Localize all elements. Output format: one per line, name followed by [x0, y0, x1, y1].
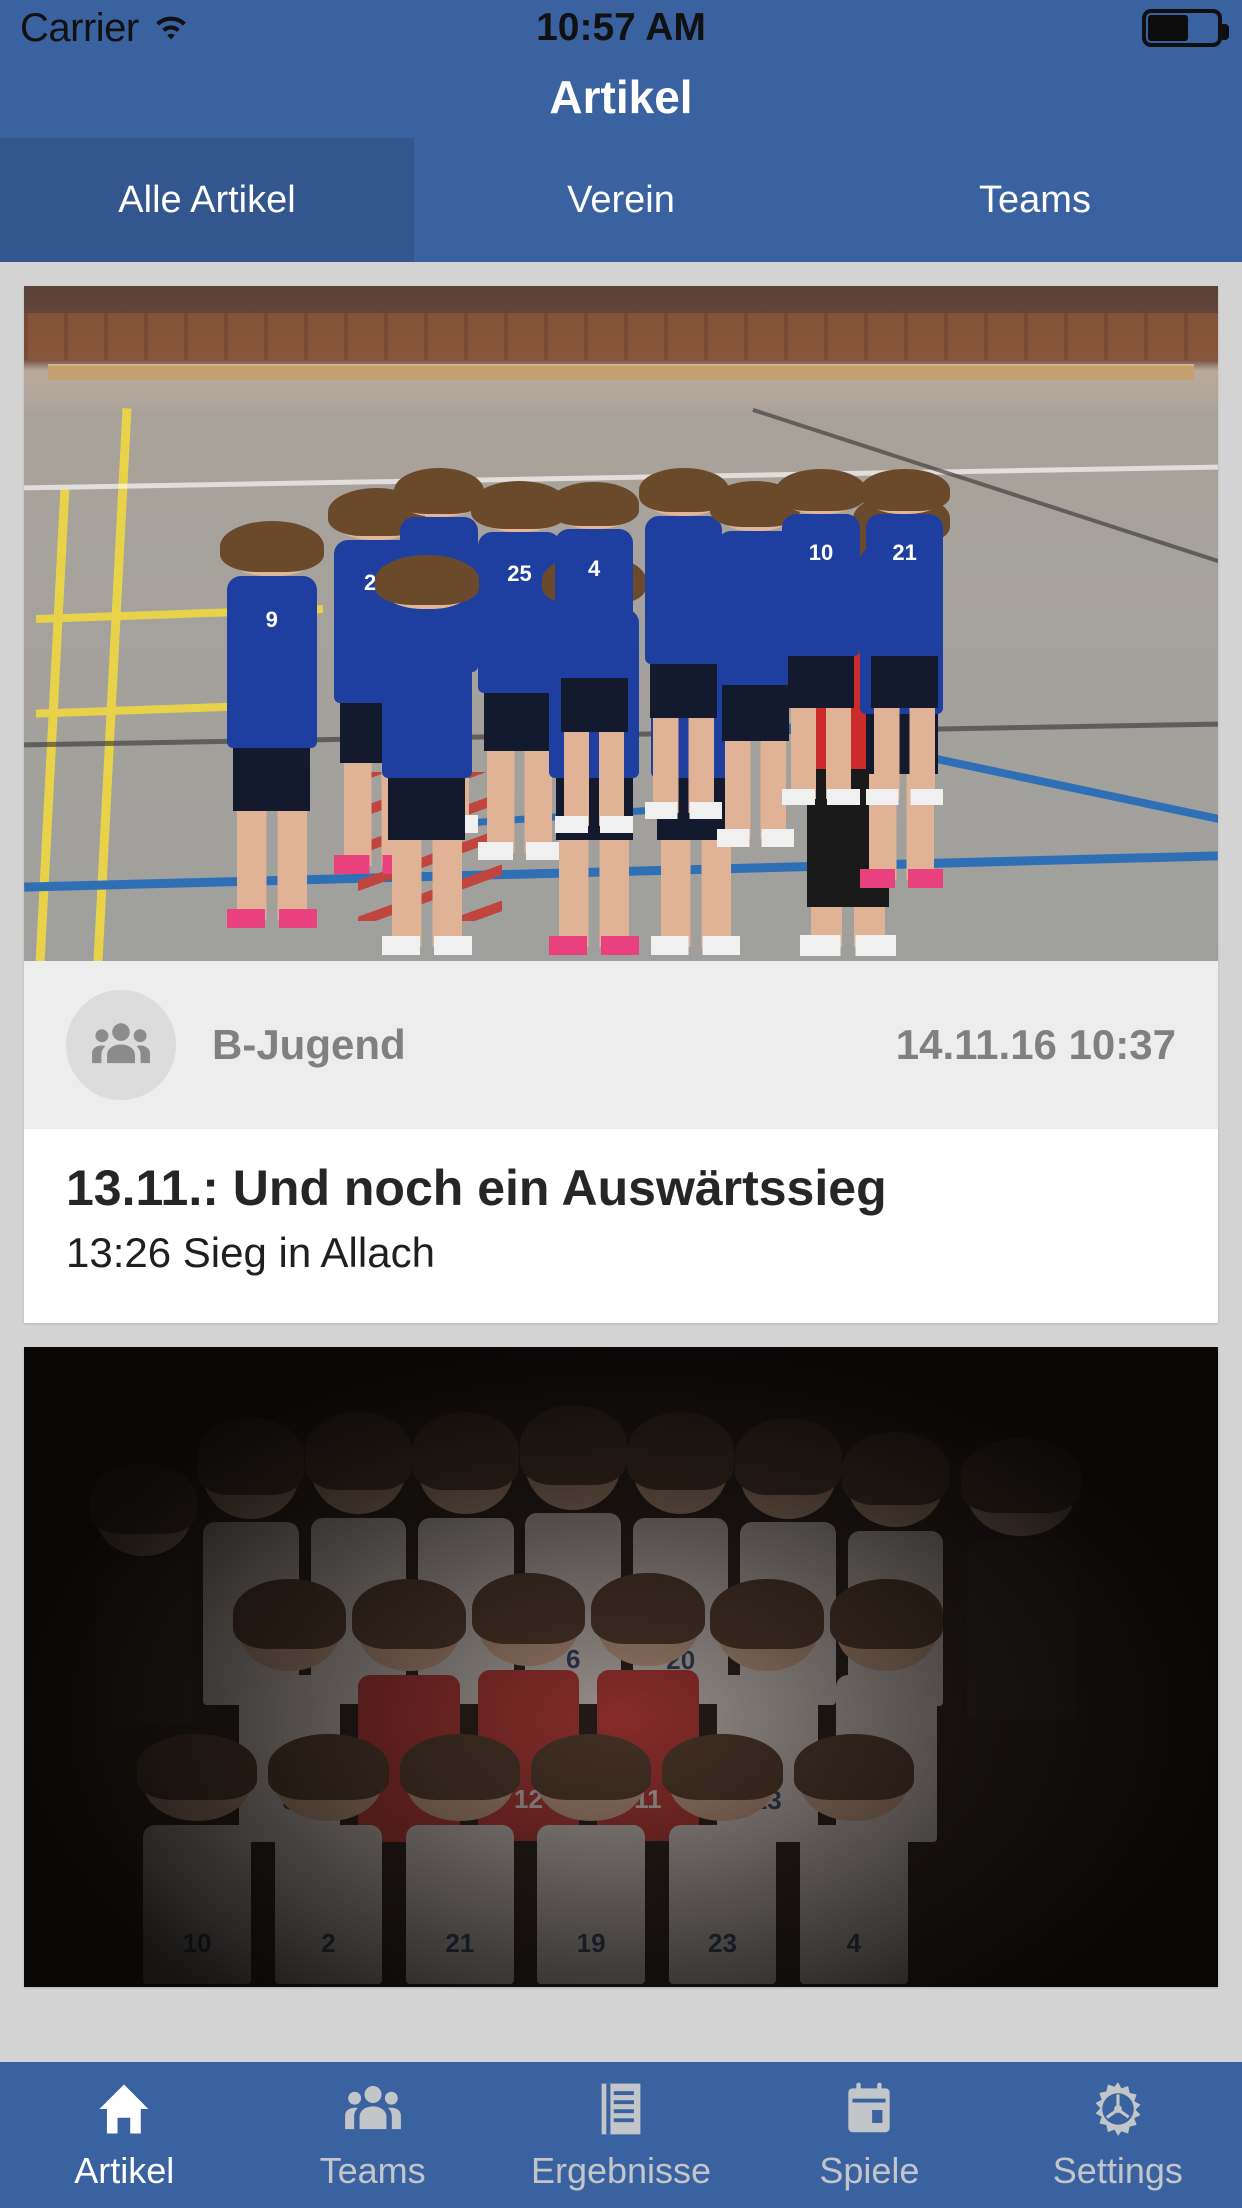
- carrier-label: Carrier: [20, 5, 139, 50]
- article-card[interactable]: 6 20 3 12 11 13 10 2 21 19: [24, 1347, 1218, 1987]
- tab-teams[interactable]: Teams: [828, 138, 1242, 262]
- bottom-tab-settings[interactable]: Settings: [994, 2078, 1242, 2192]
- bottom-tab-spiele[interactable]: Spiele: [745, 2078, 993, 2192]
- article-card[interactable]: 9 23 25 14 5 4 39 8 21 10: [24, 286, 1218, 1323]
- list-document-icon: [601, 2083, 641, 2135]
- article-date-label: 14.11.16 10:37: [895, 1021, 1176, 1068]
- home-icon: [99, 2084, 149, 2134]
- tab-teams-label: Teams: [979, 178, 1091, 221]
- bottom-tab-settings-label: Settings: [1052, 2150, 1183, 2191]
- segmented-tab-bar: Alle Artikel Verein Teams: [0, 138, 1242, 262]
- status-bar-left: Carrier: [20, 6, 536, 51]
- status-bar-clock: 10:57 AM: [536, 6, 706, 49]
- app-screen: Carrier 10:57 AM Artikel Alle Artikel Ve…: [0, 0, 1242, 2208]
- gear-icon: [1095, 2082, 1141, 2136]
- bottom-tab-spiele-label: Spiele: [819, 2150, 920, 2191]
- tab-alle-artikel[interactable]: Alle Artikel: [0, 138, 414, 262]
- article-body: 13.11.: Und noch ein Auswärtssieg 13:26 …: [24, 1129, 1218, 1323]
- battery-icon: [1142, 9, 1230, 47]
- calendar-icon: [848, 2082, 891, 2133]
- bottom-tab-teams[interactable]: Teams: [248, 2078, 496, 2192]
- wifi-icon: [155, 16, 186, 40]
- page-title: Artikel: [549, 71, 693, 123]
- bottom-tab-artikel-label: Artikel: [74, 2150, 175, 2191]
- tab-alle-artikel-label: Alle Artikel: [118, 178, 296, 221]
- article-meta-row: B-Jugend 14.11.16 10:37: [24, 961, 1218, 1129]
- bottom-tab-artikel[interactable]: Artikel: [0, 2078, 248, 2192]
- battery-fill: [1148, 15, 1188, 41]
- status-bar: Carrier 10:57 AM: [0, 0, 1242, 56]
- bottom-tab-teams-label: Teams: [319, 2150, 426, 2191]
- group-icon: [344, 2086, 401, 2130]
- article-photo-portrait: 6 20 3 12 11 13 10 2 21 19: [24, 1347, 1218, 1987]
- status-bar-right: [706, 9, 1230, 47]
- bottom-tab-ergebnisse-label: Ergebnisse: [530, 2150, 712, 2191]
- article-photo-gym: 9 23 25 14 5 4 39 8 21 10: [24, 286, 1218, 961]
- article-list[interactable]: 9 23 25 14 5 4 39 8 21 10: [0, 262, 1242, 2062]
- article-title: 13.11.: Und noch ein Auswärtssieg: [66, 1160, 887, 1216]
- group-icon: [66, 990, 176, 1100]
- article-subtitle: 13:26 Sieg in Allach: [66, 1229, 435, 1276]
- nav-header: Artikel: [0, 56, 1242, 138]
- tab-verein[interactable]: Verein: [414, 138, 828, 262]
- tab-verein-label: Verein: [567, 178, 675, 221]
- article-team-label: B-Jugend: [212, 1021, 406, 1068]
- bottom-tab-ergebnisse[interactable]: Ergebnisse: [497, 2078, 745, 2192]
- bottom-tab-bar: Artikel Teams Ergebnisse Spiele Settings: [0, 2062, 1242, 2208]
